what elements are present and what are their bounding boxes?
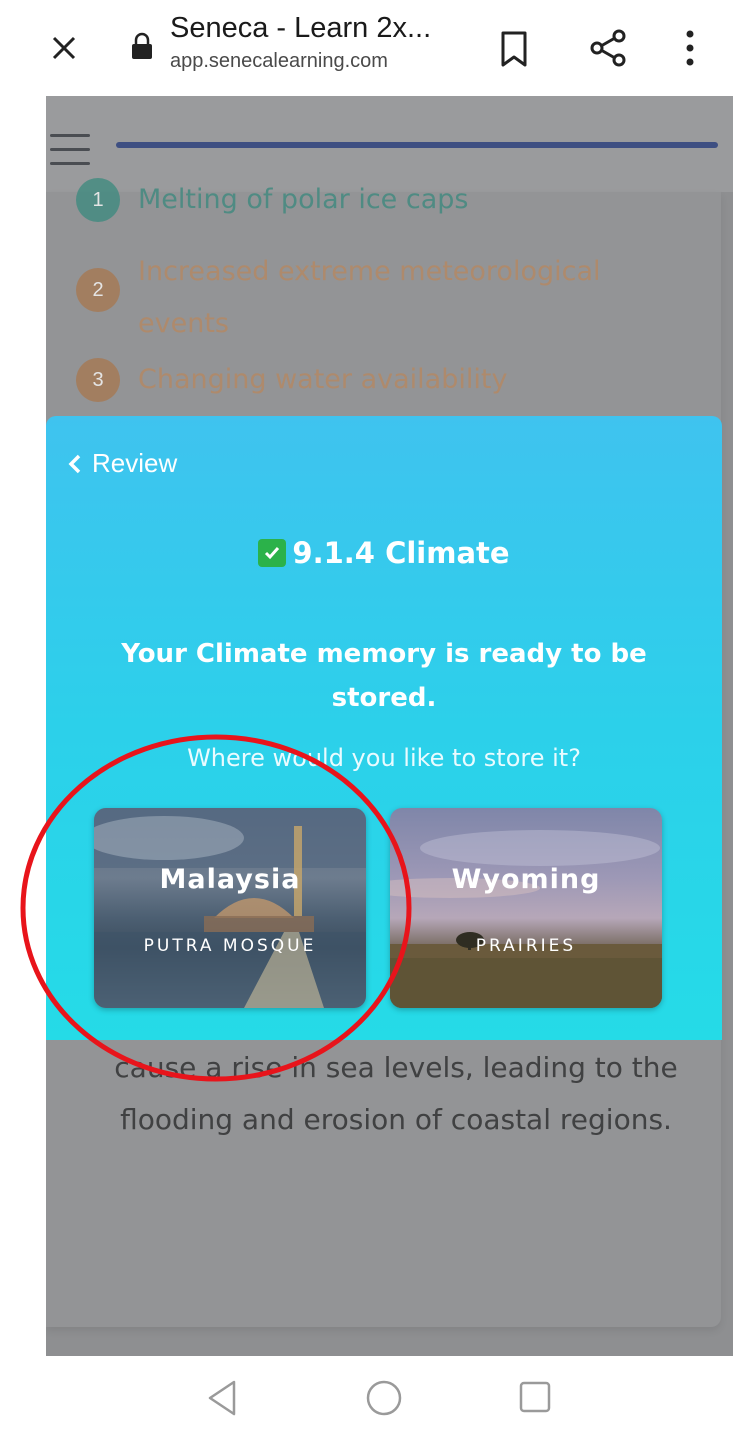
list-text: Changing water availability (138, 364, 508, 395)
memory-message: Your Climate memory is ready to be store… (121, 639, 647, 713)
menu-icon[interactable] (50, 134, 90, 170)
list-number: 3 (76, 358, 120, 402)
review-label: Review (92, 448, 178, 478)
option-subtitle: PRAIRIES (475, 936, 577, 956)
list-number: 1 (76, 178, 120, 222)
page-title: Seneca - Learn 2x... (170, 12, 432, 44)
bookmark-icon[interactable] (498, 30, 530, 68)
close-icon[interactable] (44, 28, 84, 68)
option-wyoming[interactable]: Wyoming PRAIRIES (390, 808, 662, 1008)
topic-label: 9.1.4 Climate (292, 536, 510, 570)
share-icon[interactable] (588, 28, 628, 68)
address-area[interactable]: Seneca - Learn 2x... app.senecalearning.… (170, 10, 470, 74)
lock-icon (132, 32, 152, 59)
progress-bar (116, 142, 718, 148)
browser-toolbar: Seneca - Learn 2x... app.senecalearning.… (0, 0, 733, 96)
list-text: Melting of polar ice caps (138, 184, 469, 215)
annotation-circle (20, 734, 412, 1082)
review-back-link[interactable]: Review (68, 448, 177, 479)
list-text: Increased extreme meteorological events (138, 256, 601, 339)
system-nav-bar (46, 1356, 733, 1440)
home-circle-icon[interactable] (364, 1378, 404, 1418)
prairie-image (390, 830, 662, 1008)
back-triangle-icon[interactable] (204, 1378, 240, 1418)
checkmark-icon (258, 539, 287, 567)
list-item: 2 Increased extreme meteorological event… (76, 246, 678, 350)
list-item: 3 Changing water availability (76, 358, 507, 406)
option-name: Wyoming (451, 864, 601, 895)
more-options-icon[interactable] (682, 28, 698, 68)
list-item: 1 Melting of polar ice caps (76, 178, 468, 226)
list-number: 2 (76, 268, 120, 312)
chevron-left-icon (68, 454, 81, 473)
topic-title: 9.1.4 Climate (46, 536, 722, 570)
recents-square-icon[interactable] (518, 1380, 552, 1414)
page-url: app.senecalearning.com (170, 50, 388, 72)
